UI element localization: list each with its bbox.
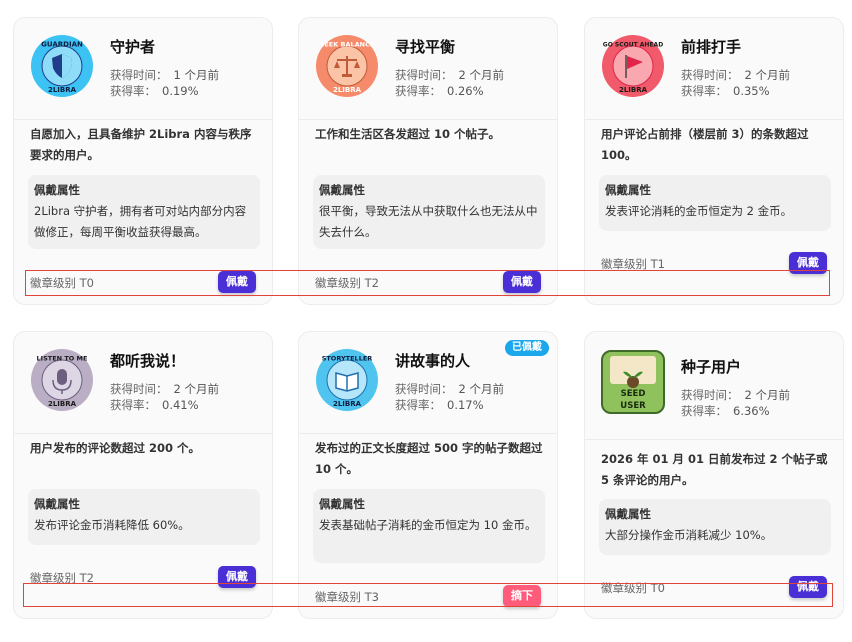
- card-header: LISTEN TO ME 2LIBRA 都听我说！ 获得时间： 2 个月前 获得率…: [14, 332, 272, 434]
- wear-attribute-title: 佩戴属性: [319, 183, 365, 197]
- badge-card-seed-user: SEED USER 种子用户 获得时间： 2 个月前 获得率： 6.36% 2026…: [584, 331, 844, 619]
- card-header: SEEK BALANCE 2LIBRA 寻找平衡 获得时间： 2 个月前 获得率：…: [299, 18, 557, 120]
- wear-attribute-title: 佩戴属性: [605, 183, 651, 197]
- badge-text-bottom: USER: [620, 401, 646, 411]
- badge-description: 2026 年 01 月 01 日前发布过 2 个帖子或 5 条评论的用户。: [601, 452, 828, 487]
- badge-text-bottom: 2LIBRA: [48, 400, 77, 408]
- wear-button[interactable]: 佩戴: [218, 271, 256, 293]
- badge-text-bottom: 2LIBRA: [48, 86, 77, 94]
- obtained-rate: 获得率： 0.35%: [681, 84, 770, 98]
- wear-attribute-box: 佩戴属性 2Libra 守护者，拥有者可对站内部分内容做修正，每周平衡收益获得最…: [28, 175, 260, 249]
- wear-button[interactable]: 佩戴: [789, 252, 827, 274]
- wear-attribute-box: 佩戴属性 大部分操作金币消耗减少 10%。: [599, 499, 831, 555]
- card-header: GUARDIAN 2LIBRA 守护者 获得时间： 1 个月前 获得率： 0.19%: [14, 18, 272, 120]
- badge-text-top: SEEK BALANCE: [320, 41, 375, 49]
- scout-badge-icon: GO SCOUT AHEAD 2LIBRA: [601, 34, 665, 98]
- badge-card-storyteller: 已佩戴 STORYTELLER 2LIBRA 讲故事的人 获得时间： 2 个月前 …: [298, 331, 558, 619]
- badge-description: 用户发布的评论数超过 200 个。: [30, 441, 201, 455]
- badge-level: 徽章级别 T2: [30, 571, 94, 585]
- wear-button[interactable]: 佩戴: [218, 566, 256, 588]
- obtained-time: 获得时间： 2 个月前: [395, 68, 504, 82]
- badge-card-scout-ahead: GO SCOUT AHEAD 2LIBRA 前排打手 获得时间： 2 个月前 获得…: [584, 17, 844, 305]
- badge-description: 自愿加入，且具备维护 2Libra 内容与秩序要求的用户。: [30, 127, 252, 162]
- badge-card-seek-balance: SEEK BALANCE 2LIBRA 寻找平衡 获得时间： 2 个月前 获得率：…: [298, 17, 558, 305]
- wear-attribute-text: 大部分操作金币消耗减少 10%。: [605, 528, 773, 542]
- wear-attribute-text: 2Libra 守护者，拥有者可对站内部分内容做修正，每周平衡收益获得最高。: [34, 204, 247, 239]
- badge-title: 前排打手: [681, 38, 742, 56]
- badge-level: 徽章级别 T0: [30, 276, 94, 290]
- badge-title: 寻找平衡: [395, 38, 456, 56]
- obtained-rate: 获得率： 0.17%: [395, 398, 484, 412]
- remove-button[interactable]: 摘下: [503, 585, 541, 607]
- badge-level: 徽章级别 T2: [315, 276, 379, 290]
- badge-title: 都听我说！: [110, 352, 186, 370]
- badge-text-top: LISTEN TO ME: [37, 355, 88, 363]
- wear-attribute-box: 佩戴属性 很平衡，导致无法从中获取什么也无法从中失去什么。: [313, 175, 545, 249]
- badge-card-guardian: GUARDIAN 2LIBRA 守护者 获得时间： 1 个月前 获得率： 0.19%…: [13, 17, 273, 305]
- storyteller-badge-icon: STORYTELLER 2LIBRA: [315, 348, 379, 412]
- obtained-rate: 获得率： 6.36%: [681, 404, 770, 418]
- wear-attribute-text: 发布评论金币消耗降低 60%。: [34, 518, 190, 532]
- wear-attribute-title: 佩戴属性: [319, 497, 365, 511]
- obtained-time: 获得时间： 2 个月前: [395, 382, 504, 396]
- badge-text-top: GUARDIAN: [41, 41, 83, 49]
- wear-attribute-text: 发表基础帖子消耗的金币恒定为 10 金币。: [319, 518, 537, 532]
- badge-level: 徽章级别 T0: [601, 581, 665, 595]
- badge-level: 徽章级别 T3: [315, 590, 379, 604]
- card-header: GO SCOUT AHEAD 2LIBRA 前排打手 获得时间： 2 个月前 获得…: [585, 18, 843, 120]
- wear-button[interactable]: 佩戴: [789, 576, 827, 598]
- badge-text-bottom: 2LIBRA: [333, 400, 362, 408]
- seed-user-badge-icon: SEED USER: [601, 350, 665, 414]
- balance-badge-icon: SEEK BALANCE 2LIBRA: [315, 34, 379, 98]
- badge-title: 种子用户: [681, 358, 742, 376]
- badge-text-top: SEED: [621, 389, 646, 399]
- wear-attribute-box: 佩戴属性 发布评论金币消耗降低 60%。: [28, 489, 260, 545]
- obtained-time: 获得时间： 2 个月前: [681, 68, 790, 82]
- wear-attribute-box: 佩戴属性 发表评论消耗的金币恒定为 2 金币。: [599, 175, 831, 231]
- badge-description: 发布过的正文长度超过 500 字的帖子数超过 10 个。: [315, 441, 543, 476]
- badge-card-listen-to-me: LISTEN TO ME 2LIBRA 都听我说！ 获得时间： 2 个月前 获得率…: [13, 331, 273, 619]
- guardian-badge-icon: GUARDIAN 2LIBRA: [30, 34, 94, 98]
- badge-level: 徽章级别 T1: [601, 257, 665, 271]
- badge-text-bottom: 2LIBRA: [333, 86, 362, 94]
- listen-badge-icon: LISTEN TO ME 2LIBRA: [30, 348, 94, 412]
- wear-attribute-title: 佩戴属性: [34, 183, 80, 197]
- badge-text-bottom: 2LIBRA: [619, 86, 648, 94]
- badge-title: 守护者: [110, 38, 156, 56]
- wear-button[interactable]: 佩戴: [503, 271, 541, 293]
- obtained-time: 获得时间： 2 个月前: [110, 382, 219, 396]
- obtained-time: 获得时间： 1 个月前: [110, 68, 219, 82]
- obtained-rate: 获得率： 0.41%: [110, 398, 199, 412]
- wear-attribute-text: 很平衡，导致无法从中获取什么也无法从中失去什么。: [319, 204, 538, 239]
- badge-description: 用户评论占前排（楼层前 3）的条数超过 100。: [601, 127, 809, 162]
- badge-text-top: STORYTELLER: [322, 355, 373, 363]
- badge-text-top: GO SCOUT AHEAD: [603, 42, 663, 49]
- wear-attribute-title: 佩戴属性: [34, 497, 80, 511]
- badge-title: 讲故事的人: [395, 352, 471, 370]
- wear-attribute-text: 发表评论消耗的金币恒定为 2 金币。: [605, 204, 793, 218]
- obtained-time: 获得时间： 2 个月前: [681, 388, 790, 402]
- wear-attribute-box: 佩戴属性 发表基础帖子消耗的金币恒定为 10 金币。: [313, 489, 545, 563]
- obtained-rate: 获得率： 0.19%: [110, 84, 199, 98]
- wear-attribute-title: 佩戴属性: [605, 507, 651, 521]
- card-header: STORYTELLER 2LIBRA 讲故事的人 获得时间： 2 个月前 获得率：…: [299, 332, 557, 434]
- obtained-rate: 获得率： 0.26%: [395, 84, 484, 98]
- badge-description: 工作和生活区各发超过 10 个帖子。: [315, 127, 501, 141]
- card-header: SEED USER 种子用户 获得时间： 2 个月前 获得率： 6.36%: [585, 332, 843, 440]
